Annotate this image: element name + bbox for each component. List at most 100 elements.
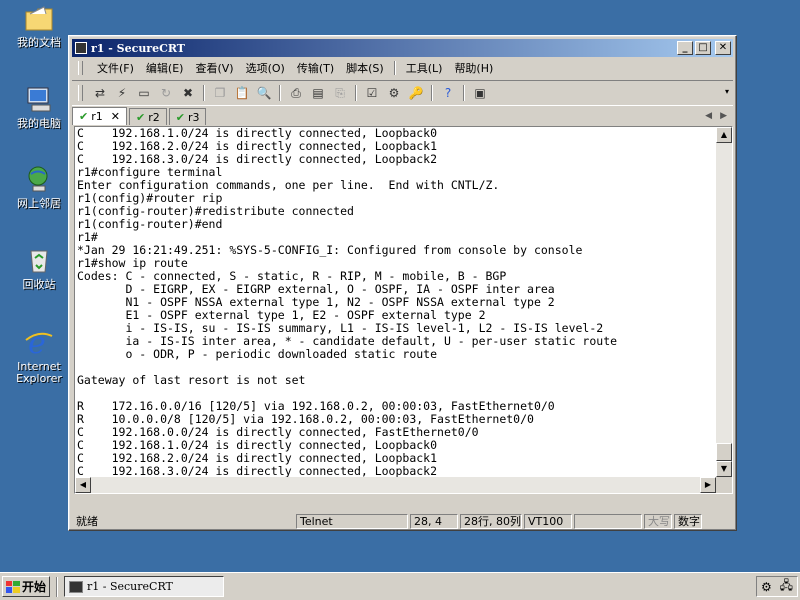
global-options-icon[interactable]: ⚙ <box>385 84 403 102</box>
menu-separator <box>393 61 396 75</box>
disconnect-icon[interactable]: ✖ <box>179 84 197 102</box>
scroll-left-icon[interactable]: ◀ <box>75 477 91 493</box>
toolbar-separator <box>355 85 357 101</box>
internet-explorer-icon: e <box>23 326 55 358</box>
svg-text:e: e <box>28 328 46 356</box>
scrollbar-corner <box>716 477 732 493</box>
scroll-down-icon[interactable]: ▼ <box>716 461 732 477</box>
minimize-button[interactable]: _ <box>677 41 693 55</box>
terminal-line: Gateway of last resort is not set <box>77 373 306 387</box>
tab-r2[interactable]: ✔ r2 <box>128 108 167 125</box>
terminal-line: o - ODR, P - periodic downloaded static … <box>77 347 438 361</box>
windows-flag-icon <box>5 580 20 593</box>
status-cursor: 28, 4 <box>410 513 458 529</box>
desktop-icon-network[interactable]: 网上邻居 <box>8 163 70 210</box>
session-options-icon[interactable]: ☑ <box>363 84 381 102</box>
toolbar-overflow-icon[interactable]: ▾ <box>725 87 733 99</box>
scroll-right-icon[interactable]: ▶ <box>700 477 716 493</box>
scroll-thumb[interactable] <box>716 443 732 461</box>
connected-check-icon: ✔ <box>135 110 146 124</box>
securecrt-app-icon[interactable] <box>75 42 87 54</box>
print-selection-icon[interactable]: ▤ <box>309 84 327 102</box>
session-tab-bar: ✔ r1 ✕ ✔ r2 ✔ r3 ◀ ▶ <box>72 107 733 125</box>
tab-r3[interactable]: ✔ r3 <box>168 108 207 125</box>
toolbar-separator <box>463 85 465 101</box>
start-label: 开始 <box>21 580 46 594</box>
scroll-up-icon[interactable]: ▲ <box>716 127 732 143</box>
screen-icon[interactable]: ▣ <box>471 84 489 102</box>
desktop-icon-my-documents[interactable]: 我的文档 <box>8 2 70 49</box>
keymap-icon[interactable]: 🔑 <box>407 84 425 102</box>
horizontal-scrollbar[interactable]: ◀ ▶ <box>75 477 716 493</box>
desktop-icon-recycle-bin[interactable]: 回收站 <box>8 244 70 291</box>
status-num: 数字 <box>674 513 702 529</box>
taskbar-separator <box>56 577 58 597</box>
tray-network-icon[interactable]: 🖧 <box>780 576 793 597</box>
title-bar[interactable]: r1 - SecureCRT _ □ ✕ <box>72 39 733 57</box>
menu-script[interactable]: 脚本(S) <box>340 60 390 76</box>
quick-connect-icon[interactable]: ⚡ <box>113 84 131 102</box>
menu-edit[interactable]: 编辑(E) <box>140 60 190 76</box>
close-button[interactable]: ✕ <box>715 41 731 55</box>
terminal-line: r1(config-router)#end <box>77 217 223 231</box>
maximize-button[interactable]: □ <box>695 41 711 55</box>
menu-tools[interactable]: 工具(L) <box>400 60 449 76</box>
paste-icon[interactable]: 📋 <box>233 84 251 102</box>
find-icon[interactable]: 🔍 <box>255 84 273 102</box>
menu-transfer[interactable]: 传输(T) <box>291 60 340 76</box>
start-button[interactable]: 开始 <box>2 576 50 597</box>
help-icon[interactable]: ? <box>439 84 457 102</box>
menu-options[interactable]: 选项(O) <box>240 60 291 76</box>
tray-gear-icon[interactable]: ⚙ <box>761 580 772 594</box>
tab-scroll-left-icon[interactable]: ◀ <box>705 111 712 121</box>
taskbar-item-securecrt[interactable]: r1 - SecureCRT <box>64 576 224 597</box>
status-ready: 就绪 <box>76 514 98 528</box>
connect-tab-icon[interactable]: ▭ <box>135 84 153 102</box>
connected-check-icon: ✔ <box>175 110 185 124</box>
menubar-grip[interactable] <box>78 61 83 75</box>
terminal-area: C 192.168.1.0/24 is directly connected, … <box>74 126 733 494</box>
desktop-icon-internet-explorer[interactable]: e Internet Explorer <box>8 326 70 385</box>
status-caps: 大写 <box>644 513 672 529</box>
status-emulation: VT100 <box>524 513 572 529</box>
connect-icon[interactable]: ⇄ <box>91 84 109 102</box>
toolbar-separator <box>203 85 205 101</box>
menu-help[interactable]: 帮助(H) <box>448 60 499 76</box>
toolbar: ⇄ ⚡ ▭ ↻ ✖ ❐ 📋 🔍 ⎙ ▤ ⎘ ☑ ⚙ 🔑 ? ▣ ▾ <box>72 80 733 106</box>
status-size: 28行, 80列 <box>460 513 522 529</box>
print-icon[interactable]: ⎙ <box>287 84 305 102</box>
toolbar-separator <box>279 85 281 101</box>
desktop-icon-label: 网上邻居 <box>17 197 61 210</box>
vertical-scrollbar[interactable]: ▲ ▼ <box>716 127 732 477</box>
tab-r1[interactable]: ✔ r1 ✕ <box>72 107 127 125</box>
desktop-icon-my-computer[interactable]: 我的电脑 <box>8 83 70 130</box>
connected-check-icon: ✔ <box>79 110 89 123</box>
computer-icon <box>23 83 55 115</box>
terminal-output[interactable]: C 192.168.1.0/24 is directly connected, … <box>75 127 716 477</box>
toolbar-grip[interactable] <box>78 85 83 101</box>
system-tray: ⚙ 🖧 <box>756 576 798 597</box>
copy-icon[interactable]: ❐ <box>211 84 229 102</box>
tab-label: r3 <box>187 110 200 124</box>
status-protocol: Telnet <box>296 513 408 529</box>
reconnect-icon[interactable]: ↻ <box>157 84 175 102</box>
securecrt-window: r1 - SecureCRT _ □ ✕ 文件(F) 编辑(E) 查看(V) 选… <box>68 35 737 531</box>
taskbar: 开始 r1 - SecureCRT ⚙ 🖧 <box>0 572 800 600</box>
globe-network-icon <box>23 163 55 195</box>
print-setup-icon[interactable]: ⎘ <box>331 84 349 102</box>
tab-label: r2 <box>148 110 160 124</box>
window-title: r1 - SecureCRT <box>91 41 185 55</box>
menu-view[interactable]: 查看(V) <box>189 60 239 76</box>
tab-scroll-right-icon[interactable]: ▶ <box>720 111 727 121</box>
desktop-icon-label: 回收站 <box>22 278 56 291</box>
recycle-bin-icon <box>23 244 55 276</box>
securecrt-task-icon <box>69 580 83 593</box>
toolbar-separator <box>431 85 433 101</box>
status-blank <box>574 513 642 529</box>
menu-file[interactable]: 文件(F) <box>91 60 140 76</box>
tab-close-icon[interactable]: ✕ <box>111 110 120 123</box>
taskbar-item-label: r1 - SecureCRT <box>87 580 173 593</box>
folder-icon <box>23 2 55 34</box>
desktop-icon-label: Internet Explorer <box>16 360 62 385</box>
terminal-line: C 192.168.3.0/24 is directly connected, … <box>77 464 438 478</box>
